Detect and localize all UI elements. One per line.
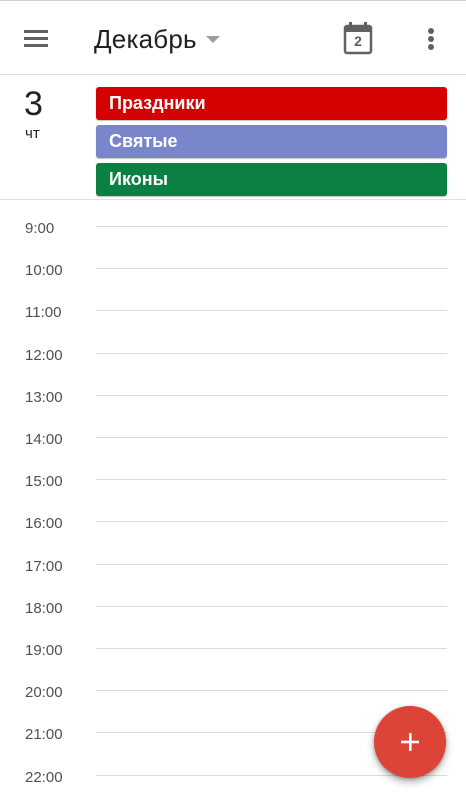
today-button[interactable]: 2 — [342, 21, 374, 55]
hour-divider — [96, 648, 447, 649]
hour-divider — [96, 605, 447, 607]
hour-label: 14:00 — [25, 431, 63, 448]
hour-divider — [96, 268, 447, 270]
hour-label: 18:00 — [25, 599, 63, 617]
weekday-label: чт — [25, 125, 40, 142]
hour-label: 15:00 — [25, 473, 63, 491]
app-bar: Декабрь 2 — [0, 0, 466, 74]
hour-label: 19:00 — [25, 642, 63, 659]
today-date: 2 — [354, 33, 362, 49]
day-number[interactable]: 3 — [24, 85, 43, 123]
hour-label: 9:00 — [25, 220, 55, 237]
hour-row[interactable]: 14:00 — [0, 411, 466, 453]
hour-row[interactable]: 9:00 — [0, 200, 466, 242]
hour-label: 11:00 — [25, 304, 62, 322]
calendar-app: Декабрь 2 3 чт Праздники Святые Иконы 9:… — [0, 0, 466, 800]
hour-divider — [96, 479, 447, 481]
arrow-drop-down-icon — [205, 36, 220, 43]
hour-row[interactable]: 18:00 — [0, 580, 466, 622]
hour-label: 21:00 — [25, 726, 63, 744]
event-chip-icons[interactable]: Иконы — [96, 163, 447, 196]
hour-row[interactable]: 12:00 — [0, 327, 466, 369]
add-icon — [401, 733, 419, 751]
hour-divider — [96, 690, 447, 692]
hour-label: 10:00 — [25, 262, 63, 280]
event-chip-holidays[interactable]: Праздники — [96, 87, 447, 120]
hour-divider — [96, 394, 447, 396]
hour-divider — [96, 352, 447, 354]
hour-row[interactable]: 15:00 — [0, 453, 466, 495]
hour-row[interactable]: 19:00 — [0, 622, 466, 664]
add-event-button[interactable] — [374, 706, 446, 778]
hour-divider — [96, 563, 447, 565]
menu-button[interactable] — [20, 23, 52, 55]
hour-divider — [96, 226, 447, 227]
menu-icon — [24, 30, 48, 47]
event-chip-saints[interactable]: Святые — [96, 125, 447, 158]
all-day-section: 3 чт Праздники Святые Иконы — [0, 74, 466, 200]
hour-row[interactable]: 13:00 — [0, 369, 466, 411]
month-selector[interactable]: Декабрь — [94, 19, 220, 59]
hour-label: 22:00 — [25, 768, 63, 786]
hour-row[interactable]: 17:00 — [0, 538, 466, 580]
hour-row[interactable]: 20:00 — [0, 664, 466, 706]
hour-row[interactable]: 10:00 — [0, 242, 466, 284]
hour-label: 17:00 — [25, 557, 63, 575]
hour-divider — [96, 310, 447, 312]
month-title: Декабрь — [94, 23, 197, 54]
hour-label: 20:00 — [25, 684, 63, 702]
more-vertical-icon — [428, 28, 434, 50]
hour-row[interactable]: 11:00 — [0, 284, 466, 326]
more-options-button[interactable] — [416, 23, 446, 55]
hour-row[interactable]: 16:00 — [0, 495, 466, 537]
hour-divider — [96, 437, 447, 438]
hour-label: 16:00 — [25, 515, 63, 533]
hour-label: 12:00 — [25, 346, 63, 364]
hour-divider — [96, 521, 447, 523]
hour-label: 13:00 — [25, 388, 63, 406]
